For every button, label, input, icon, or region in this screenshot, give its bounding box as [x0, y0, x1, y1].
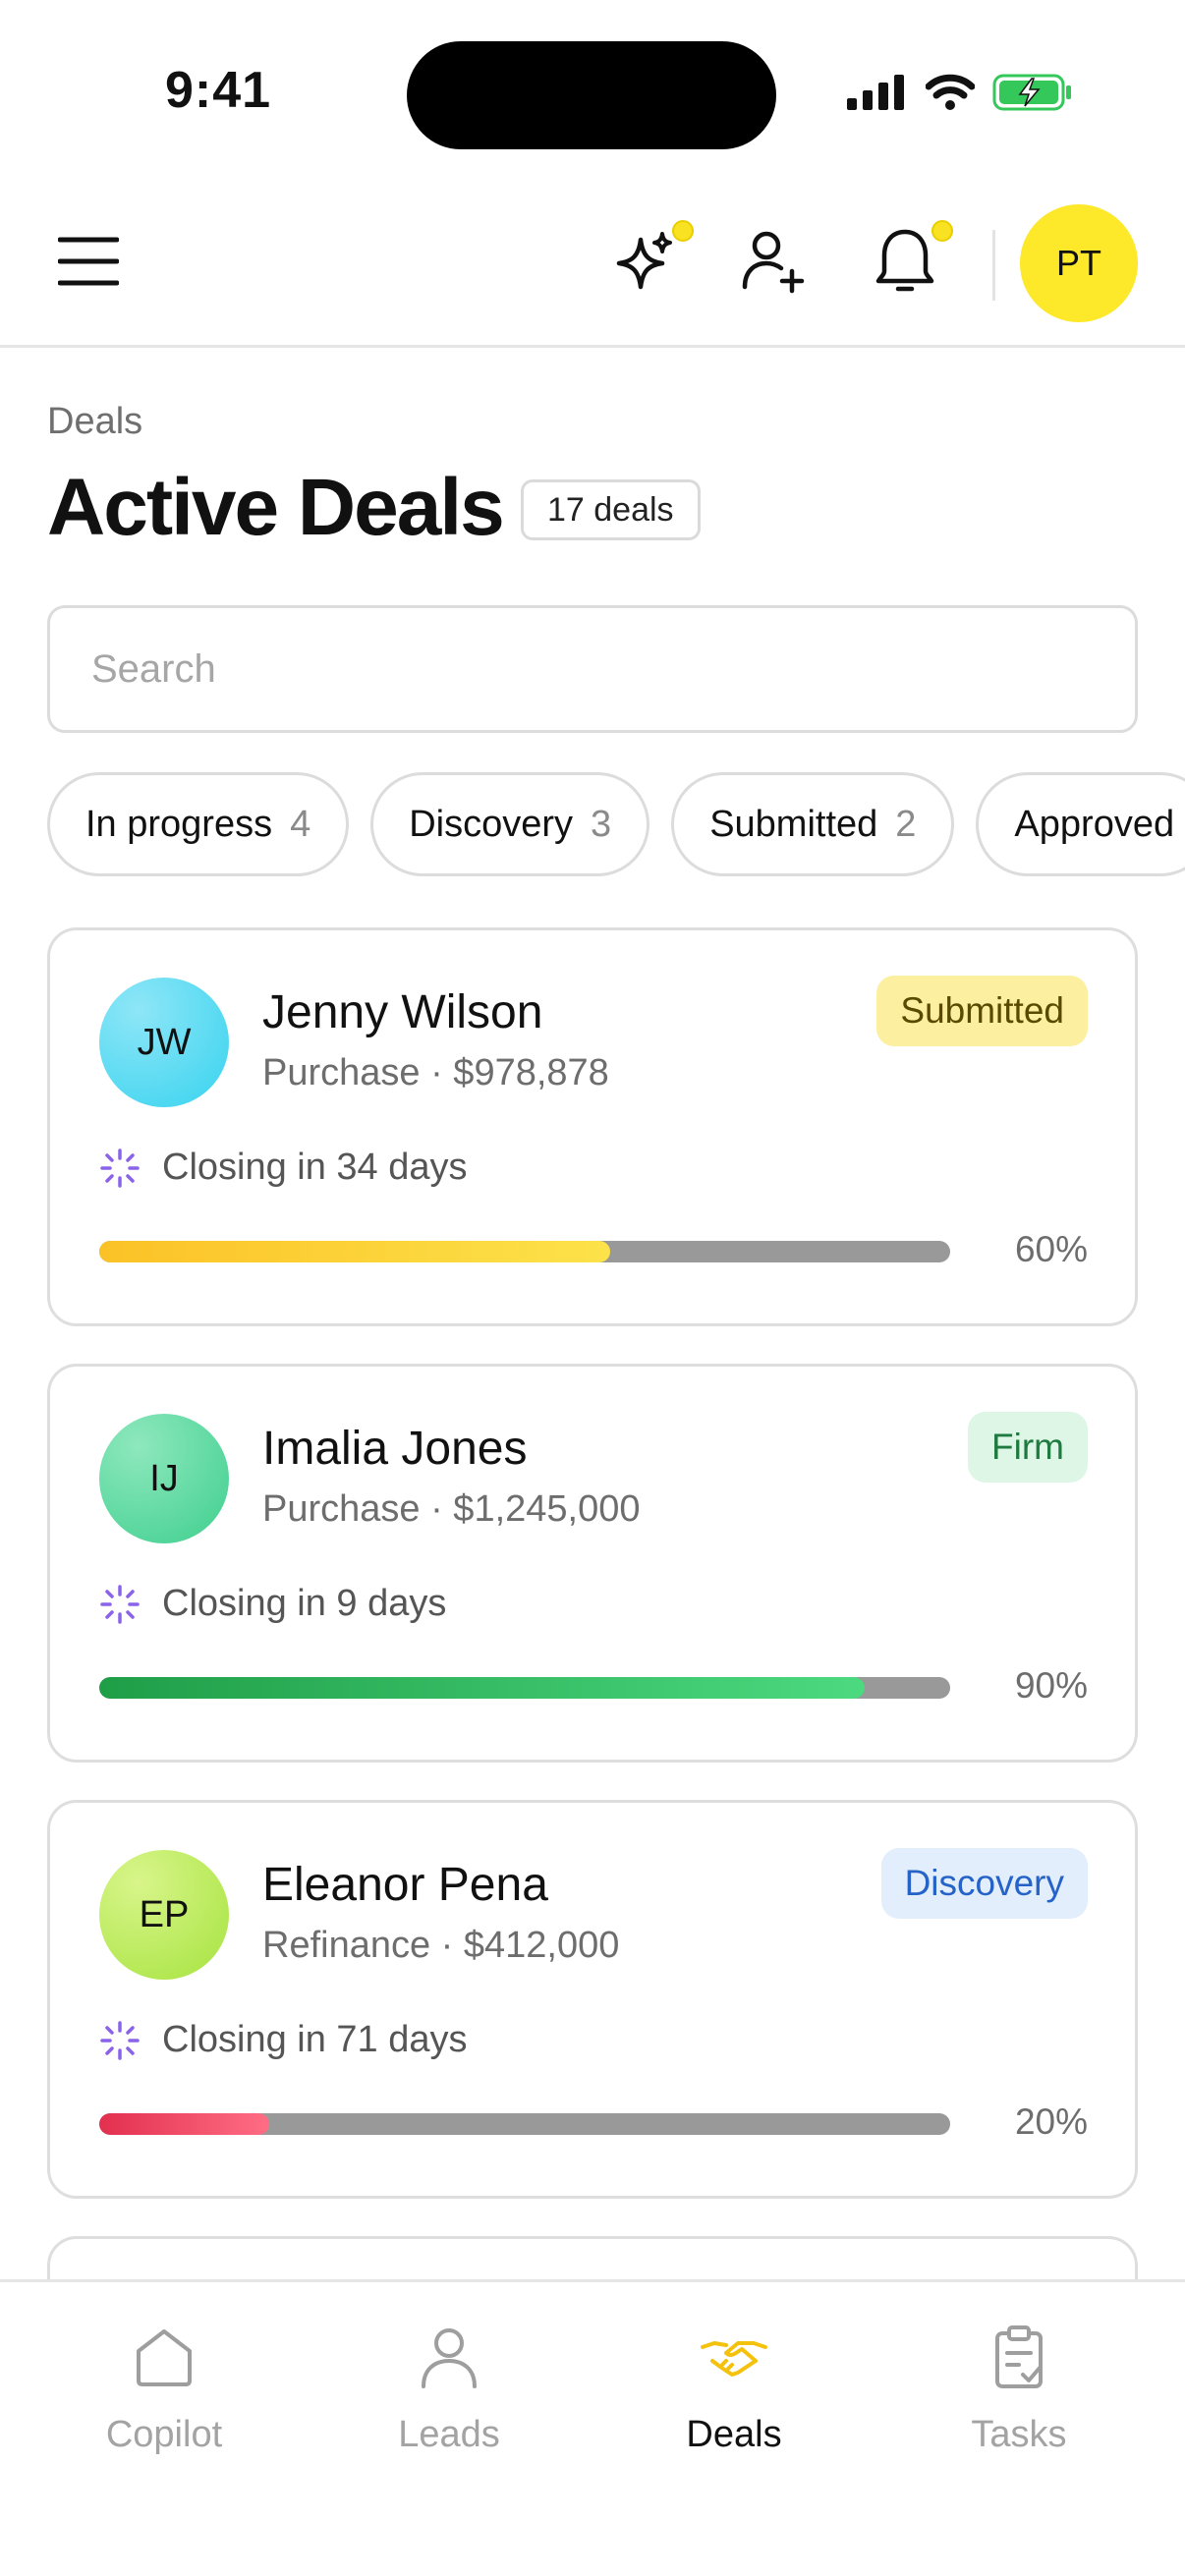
user-avatar[interactable]: PT [1020, 204, 1138, 322]
deal-progress-percent: 20% [1014, 2101, 1088, 2142]
filter-chip-count: 3 [591, 803, 612, 845]
status-badge: Discovery [880, 1848, 1088, 1919]
loading-spinner-icon [100, 2020, 140, 2060]
status-badge: Firm [968, 1412, 1088, 1483]
nav-divider [992, 230, 995, 301]
filter-chips: In progress 4 Discovery 3 Submitted 2 Ap… [47, 772, 1185, 878]
tab-label: Deals [686, 2414, 782, 2455]
sparkle-notification-dot [672, 220, 694, 242]
deal-client-name: Jenny Wilson [262, 986, 543, 1038]
tab-tasks[interactable]: Tasks [876, 2322, 1161, 2498]
status-bar: 9:41 [0, 0, 1185, 177]
cellular-signal-icon [847, 75, 904, 110]
handshake-icon [701, 2341, 767, 2377]
deal-avatar: IJ [99, 1414, 229, 1543]
deal-progress-fill [99, 1241, 610, 1262]
deal-client-name: Imalia Jones [262, 1423, 528, 1475]
menu-button[interactable] [49, 222, 128, 301]
tab-label: Copilot [105, 2414, 223, 2455]
deal-progress-bar [99, 2113, 950, 2135]
tab-label: Leads [398, 2414, 500, 2455]
closing-text: Closing in 34 days [162, 1147, 468, 1188]
filter-chip-approved[interactable]: Approved [976, 772, 1185, 876]
deal-progress-fill [99, 2113, 270, 2135]
bell-notification-dot [931, 220, 953, 242]
bottom-tab-bar: Copilot Leads Deals Tasks [0, 2279, 1185, 2576]
tab-copilot[interactable]: Copilot [22, 2322, 307, 2498]
deal-subtitle: Purchase · $1,245,000 [262, 1488, 641, 1530]
home-icon [137, 2329, 192, 2386]
notifications-button[interactable] [861, 216, 953, 305]
filter-chip-label: Approved [1014, 803, 1175, 845]
hamburger-menu-icon [58, 237, 119, 286]
breadcrumb[interactable]: Deals [47, 401, 142, 443]
deal-count-badge: 17 deals [521, 479, 701, 540]
tab-deals[interactable]: Deals [592, 2322, 876, 2498]
deal-subtitle: Refinance · $412,000 [262, 1925, 620, 1966]
person-icon [422, 2328, 477, 2388]
dynamic-island [407, 41, 776, 149]
deal-avatar: JW [99, 978, 229, 1107]
deal-progress-fill [99, 1677, 866, 1699]
top-nav: PT [0, 177, 1185, 348]
wifi-icon [926, 74, 975, 110]
closing-text: Closing in 9 days [162, 1583, 447, 1624]
add-user-icon [742, 231, 805, 294]
clipboard-check-icon [995, 2325, 1043, 2388]
battery-charging-icon [992, 74, 1071, 111]
closing-info: Closing in 34 days [99, 1147, 468, 1189]
deal-progress-percent: 60% [1014, 1229, 1088, 1269]
sparkle-icon [616, 232, 672, 290]
filter-chip-count: 4 [290, 803, 311, 845]
deal-progress-bar [99, 1677, 950, 1699]
filter-chip-in-progress[interactable]: In progress 4 [47, 772, 350, 876]
loading-spinner-icon [100, 1148, 140, 1188]
filter-chip-count: 2 [895, 803, 917, 845]
deal-client-name: Eleanor Pena [262, 1859, 548, 1911]
filter-chip-submitted[interactable]: Submitted 2 [671, 772, 955, 876]
bell-icon [875, 229, 934, 292]
status-icons [847, 73, 1073, 112]
deal-progress-percent: 90% [1014, 1665, 1088, 1706]
filter-chip-label: In progress [85, 803, 273, 845]
tab-label: Tasks [971, 2414, 1067, 2455]
deal-card-imalia-jones[interactable]: IJ Imalia Jones Purchase · $1,245,000 Fi… [47, 1364, 1138, 1763]
closing-info: Closing in 71 days [99, 2019, 468, 2061]
deal-avatar: EP [99, 1850, 229, 1980]
add-user-button[interactable] [729, 216, 818, 305]
loading-spinner-icon [100, 1584, 140, 1624]
filter-chip-label: Submitted [709, 803, 878, 845]
status-time: 9:41 [165, 62, 272, 119]
tab-leads[interactable]: Leads [307, 2322, 592, 2498]
filter-chip-discovery[interactable]: Discovery 3 [370, 772, 650, 876]
page-title: Active Deals [47, 463, 505, 552]
status-badge: Submitted [876, 976, 1088, 1046]
search-input[interactable] [47, 605, 1138, 733]
closing-text: Closing in 71 days [162, 2019, 468, 2060]
copilot-sparkle-button[interactable] [601, 216, 694, 305]
deal-card-eleanor-pena[interactable]: EP Eleanor Pena Refinance · $412,000 Dis… [47, 1800, 1138, 2199]
filter-chip-label: Discovery [409, 803, 574, 845]
deal-card-jenny-wilson[interactable]: JW Jenny Wilson Purchase · $978,878 Subm… [47, 927, 1138, 1326]
deal-subtitle: Purchase · $978,878 [262, 1052, 609, 1093]
deal-progress-bar [99, 1241, 950, 1262]
closing-info: Closing in 9 days [99, 1583, 446, 1625]
